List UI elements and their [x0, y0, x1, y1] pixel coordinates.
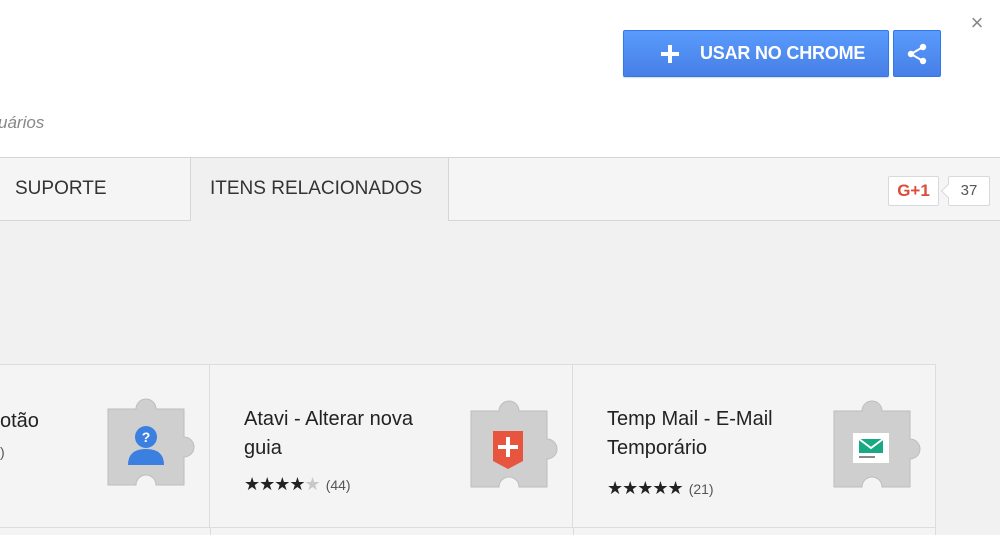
users-count-text: uários — [0, 113, 45, 132]
share-button[interactable] — [893, 30, 941, 77]
svg-text:?: ? — [142, 429, 151, 445]
card-rating: ★★★★★ (44) — [244, 474, 351, 494]
card-rating: ★★★★★ (21) — [607, 478, 714, 498]
tabs-bar: SUPORTE ITENS RELACIONADOS — [0, 157, 1000, 222]
card-title: otão — [0, 410, 39, 432]
mail-icon — [833, 400, 921, 488]
tab-support[interactable]: SUPORTE — [15, 158, 107, 221]
list-item — [573, 527, 936, 535]
header: × USAR NO CHROME uários — [0, 0, 1000, 158]
card-title: Atavi - Alterar nova guia — [244, 408, 413, 459]
related-item-card[interactable]: otão ) ? — [0, 364, 210, 534]
user-question-icon: ? — [107, 398, 195, 486]
card-title: Temp Mail - E-Mail Temporário — [607, 408, 773, 459]
share-icon — [907, 43, 927, 64]
google-plus-count: 37 — [948, 176, 990, 206]
google-plus-one-button[interactable]: G+1 — [888, 176, 939, 206]
related-item-card[interactable]: Temp Mail - E-Mail Temporário ★★★★★ (21) — [573, 364, 936, 534]
atavi-plus-icon — [470, 400, 558, 488]
tab-related-items[interactable]: ITENS RELACIONADOS — [190, 158, 449, 222]
rating-stars: ★★★★★ — [244, 474, 321, 494]
plus-icon — [660, 44, 680, 64]
close-icon[interactable]: × — [966, 12, 988, 34]
list-item — [0, 527, 210, 535]
use-in-chrome-label: USAR NO CHROME — [700, 43, 866, 63]
list-item — [210, 527, 573, 535]
card-rating-count: ) — [0, 444, 5, 460]
related-item-card[interactable]: Atavi - Alterar nova guia ★★★★★ (44) — [210, 364, 573, 534]
use-in-chrome-button[interactable]: USAR NO CHROME — [623, 30, 889, 77]
rating-stars: ★★★★★ — [607, 478, 684, 498]
